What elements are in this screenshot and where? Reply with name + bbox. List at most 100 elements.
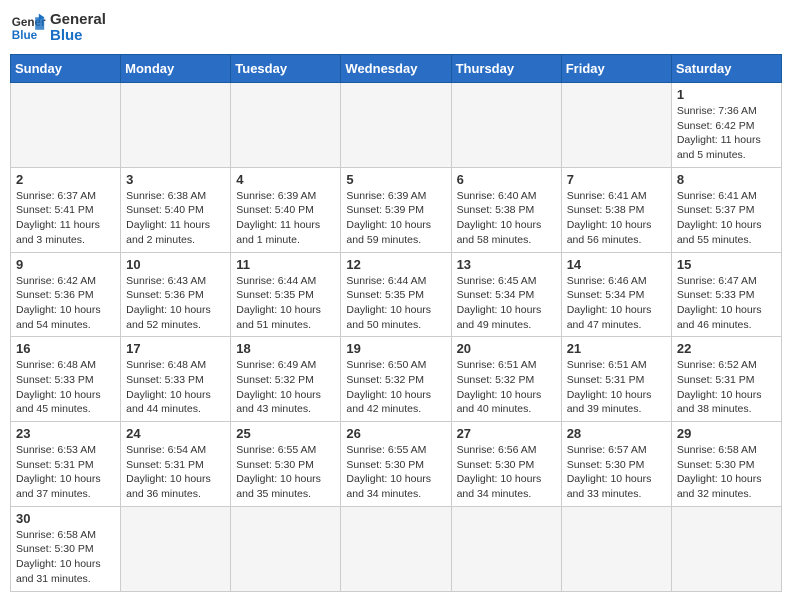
weekday-header-wednesday: Wednesday	[341, 55, 451, 83]
calendar-cell: 17 Sunrise: 6:48 AM Sunset: 5:33 PM Dayli…	[121, 337, 231, 422]
day-number: 6	[457, 172, 556, 187]
day-number: 28	[567, 426, 666, 441]
day-number: 25	[236, 426, 335, 441]
calendar-cell	[561, 506, 671, 591]
calendar-cell	[121, 83, 231, 168]
calendar-cell: 13 Sunrise: 6:45 AM Sunset: 5:34 PM Dayli…	[451, 252, 561, 337]
calendar-week-1: 1Sunrise: 7:36 AM Sunset: 6:42 PM Daylig…	[11, 83, 782, 168]
calendar-cell	[121, 506, 231, 591]
calendar-cell: 20 Sunrise: 6:51 AM Sunset: 5:32 PM Dayli…	[451, 337, 561, 422]
calendar-cell: 28 Sunrise: 6:57 AM Sunset: 5:30 PM Dayli…	[561, 422, 671, 507]
weekday-header-saturday: Saturday	[671, 55, 781, 83]
day-number: 27	[457, 426, 556, 441]
day-info: Sunrise: 6:43 AM Sunset: 5:36 PM Dayligh…	[126, 274, 225, 333]
day-number: 13	[457, 257, 556, 272]
day-number: 23	[16, 426, 115, 441]
weekday-header-monday: Monday	[121, 55, 231, 83]
day-info: Sunrise: 6:58 AM Sunset: 5:30 PM Dayligh…	[16, 528, 115, 587]
calendar-week-2: 2 Sunrise: 6:37 AM Sunset: 5:41 PM Daylig…	[11, 167, 782, 252]
calendar-cell	[561, 83, 671, 168]
page-header: General Blue General Blue	[10, 10, 782, 46]
day-number: 17	[126, 341, 225, 356]
day-number: 19	[346, 341, 445, 356]
calendar-cell: 8 Sunrise: 6:41 AM Sunset: 5:37 PM Daylig…	[671, 167, 781, 252]
calendar-cell: 24Sunrise: 6:54 AM Sunset: 5:31 PM Dayli…	[121, 422, 231, 507]
day-info: Sunrise: 6:53 AM Sunset: 5:31 PM Dayligh…	[16, 443, 115, 502]
logo: General Blue General Blue	[10, 10, 106, 46]
day-number: 20	[457, 341, 556, 356]
day-info: Sunrise: 6:54 AM Sunset: 5:31 PM Dayligh…	[126, 443, 225, 502]
calendar-week-3: 9Sunrise: 6:42 AM Sunset: 5:36 PM Daylig…	[11, 252, 782, 337]
day-info: Sunrise: 6:44 AM Sunset: 5:35 PM Dayligh…	[236, 274, 335, 333]
day-info: Sunrise: 6:56 AM Sunset: 5:30 PM Dayligh…	[457, 443, 556, 502]
day-number: 3	[126, 172, 225, 187]
day-info: Sunrise: 6:44 AM Sunset: 5:35 PM Dayligh…	[346, 274, 445, 333]
day-number: 30	[16, 511, 115, 526]
day-info: Sunrise: 6:51 AM Sunset: 5:31 PM Dayligh…	[567, 358, 666, 417]
day-info: Sunrise: 6:49 AM Sunset: 5:32 PM Dayligh…	[236, 358, 335, 417]
day-info: Sunrise: 6:41 AM Sunset: 5:38 PM Dayligh…	[567, 189, 666, 248]
calendar-cell: 26 Sunrise: 6:55 AM Sunset: 5:30 PM Dayli…	[341, 422, 451, 507]
day-info: Sunrise: 6:50 AM Sunset: 5:32 PM Dayligh…	[346, 358, 445, 417]
day-number: 29	[677, 426, 776, 441]
day-number: 26	[346, 426, 445, 441]
day-number: 15	[677, 257, 776, 272]
day-number: 12	[346, 257, 445, 272]
day-info: Sunrise: 6:45 AM Sunset: 5:34 PM Dayligh…	[457, 274, 556, 333]
calendar-cell: 3 Sunrise: 6:38 AM Sunset: 5:40 PM Daylig…	[121, 167, 231, 252]
day-info: Sunrise: 6:57 AM Sunset: 5:30 PM Dayligh…	[567, 443, 666, 502]
calendar-cell	[341, 506, 451, 591]
day-info: Sunrise: 6:47 AM Sunset: 5:33 PM Dayligh…	[677, 274, 776, 333]
calendar-week-5: 23 Sunrise: 6:53 AM Sunset: 5:31 PM Dayli…	[11, 422, 782, 507]
svg-text:Blue: Blue	[12, 29, 38, 42]
day-number: 5	[346, 172, 445, 187]
calendar-cell: 6Sunrise: 6:40 AM Sunset: 5:38 PM Daylig…	[451, 167, 561, 252]
weekday-header-sunday: Sunday	[11, 55, 121, 83]
calendar-cell: 18 Sunrise: 6:49 AM Sunset: 5:32 PM Dayli…	[231, 337, 341, 422]
calendar-cell	[451, 506, 561, 591]
calendar-header-row: SundayMondayTuesdayWednesdayThursdayFrid…	[11, 55, 782, 83]
calendar-cell: 23 Sunrise: 6:53 AM Sunset: 5:31 PM Dayli…	[11, 422, 121, 507]
calendar-cell: 2 Sunrise: 6:37 AM Sunset: 5:41 PM Daylig…	[11, 167, 121, 252]
day-number: 14	[567, 257, 666, 272]
calendar-cell: 27 Sunrise: 6:56 AM Sunset: 5:30 PM Dayli…	[451, 422, 561, 507]
day-number: 2	[16, 172, 115, 187]
logo-icon: General Blue	[10, 10, 46, 46]
calendar-cell	[671, 506, 781, 591]
day-number: 22	[677, 341, 776, 356]
calendar-cell: 10 Sunrise: 6:43 AM Sunset: 5:36 PM Dayli…	[121, 252, 231, 337]
day-number: 18	[236, 341, 335, 356]
day-info: Sunrise: 6:46 AM Sunset: 5:34 PM Dayligh…	[567, 274, 666, 333]
day-info: Sunrise: 6:55 AM Sunset: 5:30 PM Dayligh…	[346, 443, 445, 502]
day-number: 21	[567, 341, 666, 356]
calendar-cell	[231, 83, 341, 168]
day-number: 7	[567, 172, 666, 187]
calendar-cell	[451, 83, 561, 168]
calendar-cell: 1Sunrise: 7:36 AM Sunset: 6:42 PM Daylig…	[671, 83, 781, 168]
day-number: 8	[677, 172, 776, 187]
calendar-cell: 5Sunrise: 6:39 AM Sunset: 5:39 PM Daylig…	[341, 167, 451, 252]
calendar-cell: 15 Sunrise: 6:47 AM Sunset: 5:33 PM Dayli…	[671, 252, 781, 337]
day-number: 10	[126, 257, 225, 272]
day-info: Sunrise: 7:36 AM Sunset: 6:42 PM Dayligh…	[677, 104, 776, 163]
calendar-cell: 7 Sunrise: 6:41 AM Sunset: 5:38 PM Daylig…	[561, 167, 671, 252]
day-info: Sunrise: 6:38 AM Sunset: 5:40 PM Dayligh…	[126, 189, 225, 248]
day-info: Sunrise: 6:41 AM Sunset: 5:37 PM Dayligh…	[677, 189, 776, 248]
day-number: 11	[236, 257, 335, 272]
calendar-cell: 14 Sunrise: 6:46 AM Sunset: 5:34 PM Dayli…	[561, 252, 671, 337]
day-info: Sunrise: 6:39 AM Sunset: 5:40 PM Dayligh…	[236, 189, 335, 248]
calendar-week-4: 16Sunrise: 6:48 AM Sunset: 5:33 PM Dayli…	[11, 337, 782, 422]
day-info: Sunrise: 6:58 AM Sunset: 5:30 PM Dayligh…	[677, 443, 776, 502]
calendar-cell: 30 Sunrise: 6:58 AM Sunset: 5:30 PM Dayli…	[11, 506, 121, 591]
day-info: Sunrise: 6:51 AM Sunset: 5:32 PM Dayligh…	[457, 358, 556, 417]
calendar-cell: 11 Sunrise: 6:44 AM Sunset: 5:35 PM Dayli…	[231, 252, 341, 337]
calendar-cell: 25Sunrise: 6:55 AM Sunset: 5:30 PM Dayli…	[231, 422, 341, 507]
day-info: Sunrise: 6:48 AM Sunset: 5:33 PM Dayligh…	[126, 358, 225, 417]
calendar-cell: 9Sunrise: 6:42 AM Sunset: 5:36 PM Daylig…	[11, 252, 121, 337]
day-info: Sunrise: 6:37 AM Sunset: 5:41 PM Dayligh…	[16, 189, 115, 248]
weekday-header-thursday: Thursday	[451, 55, 561, 83]
weekday-header-tuesday: Tuesday	[231, 55, 341, 83]
calendar-cell	[11, 83, 121, 168]
calendar-cell: 22Sunrise: 6:52 AM Sunset: 5:31 PM Dayli…	[671, 337, 781, 422]
calendar-cell: 4Sunrise: 6:39 AM Sunset: 5:40 PM Daylig…	[231, 167, 341, 252]
